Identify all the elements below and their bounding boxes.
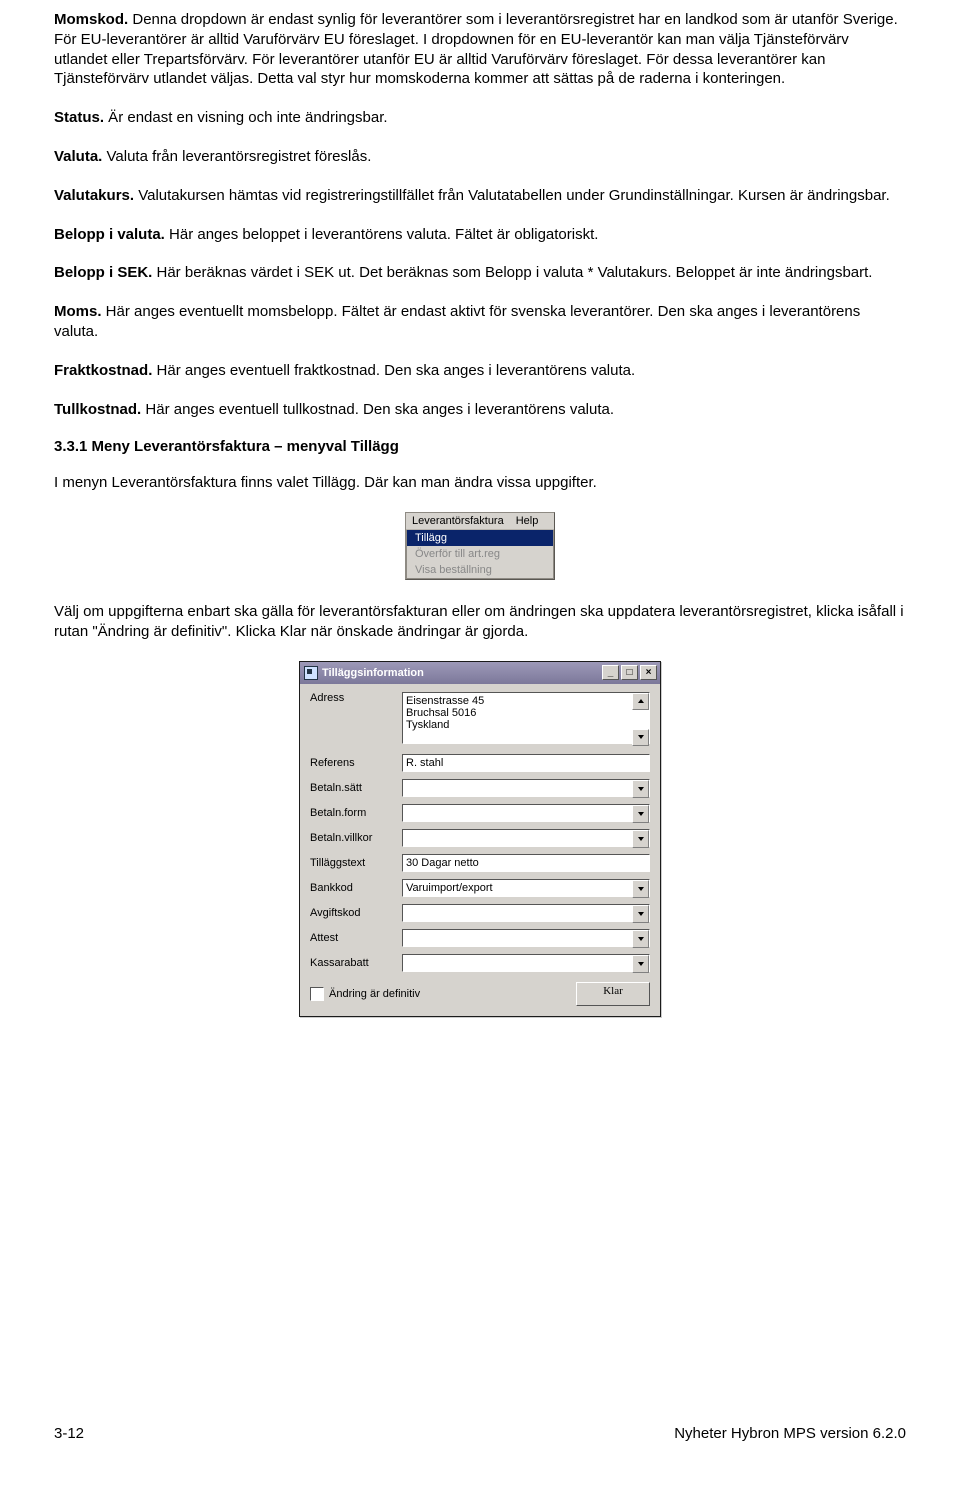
combo-button[interactable]	[632, 955, 649, 973]
section-intro: I menyn Leverantörsfaktura finns valet T…	[54, 473, 906, 493]
klar-button[interactable]: Klar	[576, 982, 650, 1006]
label-momskod: Momskod.	[54, 11, 128, 28]
para-momskod: Momskod. Denna dropdown är endast synlig…	[54, 10, 906, 89]
combo-button[interactable]	[632, 805, 649, 823]
document-page: Momskod. Denna dropdown är endast synlig…	[0, 0, 960, 1460]
text-valutakurs: Valutakursen hämtas vid registreringstil…	[134, 187, 890, 204]
text-belopp-sek: Här beräknas värdet i SEK ut. Det beräkn…	[152, 264, 872, 281]
label-tullkostnad: Tullkostnad.	[54, 401, 141, 418]
page-footer: 3-12 Nyheter Hybron MPS version 6.2.0	[54, 1425, 906, 1442]
footer-right: Nyheter Hybron MPS version 6.2.0	[674, 1425, 906, 1442]
label-referens: Referens	[310, 757, 402, 769]
para-belopp-sek: Belopp i SEK. Här beräknas värdet i SEK …	[54, 263, 906, 283]
label-adress: Adress	[310, 692, 402, 704]
combo-button[interactable]	[632, 930, 649, 948]
menu-item-tillagg[interactable]: Tillägg	[407, 530, 553, 546]
label-betalnform: Betaln.form	[310, 807, 402, 819]
para-fraktkostnad: Fraktkostnad. Här anges eventuell fraktk…	[54, 361, 906, 381]
label-kassarabatt: Kassarabatt	[310, 957, 402, 969]
menu-title-left[interactable]: Leverantörsfaktura	[406, 513, 510, 529]
maximize-button[interactable]: □	[621, 665, 638, 680]
menu-title-right[interactable]: Help	[510, 513, 545, 529]
menu-bar: Leverantörsfaktura Help	[406, 513, 554, 530]
dialog-titlebar[interactable]: Tilläggsinformation _ □ ×	[300, 662, 660, 684]
referens-input[interactable]	[402, 754, 650, 772]
menu-list: Tillägg Överför till art.reg Visa bestäl…	[406, 530, 554, 579]
dialog-screenshot: Tilläggsinformation _ □ × Adress Referen…	[299, 661, 661, 1017]
label-valuta: Valuta.	[54, 148, 102, 165]
definitiv-checkbox[interactable]	[310, 987, 324, 1001]
attest-combo[interactable]	[402, 929, 650, 947]
menu-item-visa[interactable]: Visa beställning	[407, 562, 553, 578]
combo-button[interactable]	[632, 880, 649, 898]
minimize-button[interactable]: _	[602, 665, 619, 680]
context-menu-screenshot: Leverantörsfaktura Help Tillägg Överför …	[405, 512, 555, 580]
tillaggstext-input[interactable]	[402, 854, 650, 872]
label-valutakurs: Valutakurs.	[54, 187, 134, 204]
label-betalnsatt: Betaln.sätt	[310, 782, 402, 794]
text-belopp-valuta: Här anges beloppet i leverantörens valut…	[165, 226, 599, 243]
label-bankkod: Bankkod	[310, 882, 402, 894]
label-moms: Moms.	[54, 303, 102, 320]
betalnform-combo[interactable]	[402, 804, 650, 822]
para-valutakurs: Valutakurs. Valutakursen hämtas vid regi…	[54, 186, 906, 206]
text-momskod: Denna dropdown är endast synlig för leve…	[54, 11, 898, 87]
para-belopp-valuta: Belopp i valuta. Här anges beloppet i le…	[54, 225, 906, 245]
menu-item-overfor[interactable]: Överför till art.reg	[407, 546, 553, 562]
label-tillaggstext: Tilläggstext	[310, 857, 402, 869]
betalnsatt-combo[interactable]	[402, 779, 650, 797]
dialog-body: Adress Referens Betaln.sätt Betaln.form	[300, 684, 660, 1016]
dialog-title: Tilläggsinformation	[322, 667, 424, 679]
section-after-menu: Välj om uppgifterna enbart ska gälla för…	[54, 602, 906, 642]
combo-button[interactable]	[632, 830, 649, 848]
combo-button[interactable]	[632, 905, 649, 923]
text-status: Är endast en visning och inte ändringsba…	[104, 109, 388, 126]
label-attest: Attest	[310, 932, 402, 944]
label-status: Status.	[54, 109, 104, 126]
definitiv-label: Ändring är definitiv	[329, 988, 420, 1000]
label-betalnvillkor: Betaln.villkor	[310, 832, 402, 844]
close-button[interactable]: ×	[640, 665, 657, 680]
betalnvillkor-combo[interactable]	[402, 829, 650, 847]
para-valuta: Valuta. Valuta från leverantörsregistret…	[54, 147, 906, 167]
text-moms: Här anges eventuellt momsbelopp. Fältet …	[54, 303, 860, 340]
scroll-down-button[interactable]	[632, 729, 649, 746]
bankkod-combo[interactable]	[402, 879, 650, 897]
avgiftskod-combo[interactable]	[402, 904, 650, 922]
combo-button[interactable]	[632, 780, 649, 798]
para-tullkostnad: Tullkostnad. Här anges eventuell tullkos…	[54, 400, 906, 420]
text-fraktkostnad: Här anges eventuell fraktkostnad. Den sk…	[152, 362, 635, 379]
window-icon	[304, 666, 318, 680]
label-belopp-sek: Belopp i SEK.	[54, 264, 152, 281]
section-heading: 3.3.1 Meny Leverantörsfaktura – menyval …	[54, 438, 906, 455]
address-textarea[interactable]	[402, 692, 650, 744]
para-moms: Moms. Här anges eventuellt momsbelopp. F…	[54, 302, 906, 342]
scroll-up-button[interactable]	[632, 693, 649, 710]
label-avgiftskod: Avgiftskod	[310, 907, 402, 919]
para-status: Status. Är endast en visning och inte än…	[54, 108, 906, 128]
text-tullkostnad: Här anges eventuell tullkostnad. Den ska…	[141, 401, 614, 418]
kassarabatt-combo[interactable]	[402, 954, 650, 972]
footer-page-number: 3-12	[54, 1425, 84, 1442]
label-belopp-valuta: Belopp i valuta.	[54, 226, 165, 243]
text-valuta: Valuta från leverantörsregistret föreslå…	[102, 148, 371, 165]
label-fraktkostnad: Fraktkostnad.	[54, 362, 152, 379]
